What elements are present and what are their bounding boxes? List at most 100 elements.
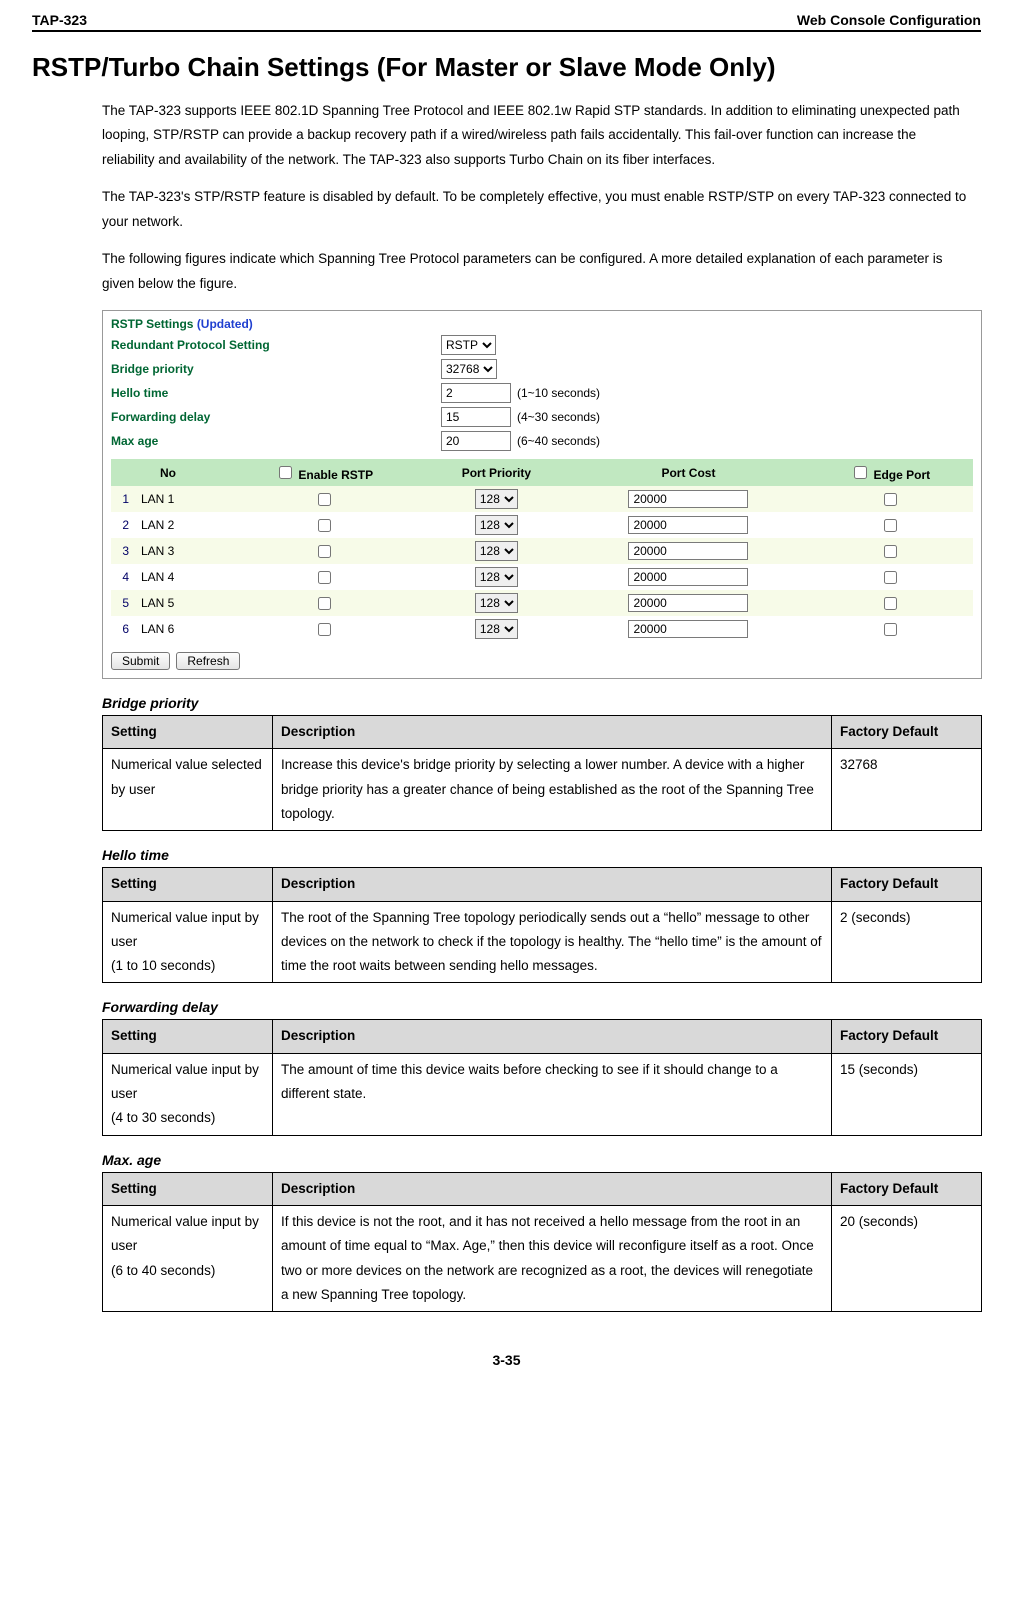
col-priority: Port Priority bbox=[423, 459, 569, 486]
page-number: 3-35 bbox=[32, 1352, 981, 1368]
rstp-title-text: RSTP Settings bbox=[111, 317, 193, 331]
rstp-settings-panel: RSTP Settings (Updated) Redundant Protoc… bbox=[102, 310, 982, 679]
edge-port-checkbox[interactable] bbox=[884, 597, 897, 610]
forwarding-delay-title: Forwarding delay bbox=[102, 999, 981, 1015]
port-table: No Enable RSTP Port Priority Port Cost E… bbox=[111, 459, 973, 642]
bridge-priority-select[interactable]: 32768 bbox=[441, 359, 497, 379]
forwarding-delay-input[interactable] bbox=[441, 407, 511, 427]
port-name: LAN 3 bbox=[135, 538, 225, 564]
enable-rstp-checkbox[interactable] bbox=[318, 545, 331, 558]
hello-desc: The root of the Spanning Tree topology p… bbox=[273, 901, 832, 983]
edge-port-all-checkbox[interactable] bbox=[854, 466, 867, 479]
port-priority-select[interactable]: 128 bbox=[475, 489, 518, 509]
redundant-protocol-label: Redundant Protocol Setting bbox=[111, 338, 441, 352]
header-right: Web Console Configuration bbox=[797, 12, 981, 28]
hello-setting: Numerical value input by user (1 to 10 s… bbox=[103, 901, 273, 983]
enable-rstp-checkbox[interactable] bbox=[318, 493, 331, 506]
header-left: TAP-323 bbox=[32, 12, 87, 28]
bridge-priority-title: Bridge priority bbox=[102, 695, 981, 711]
table-row: 2LAN 2 128 bbox=[111, 512, 973, 538]
max-age-label: Max age bbox=[111, 434, 441, 448]
port-cost-input[interactable] bbox=[628, 568, 748, 586]
intro-paragraph-2: The TAP-323's STP/RSTP feature is disabl… bbox=[102, 185, 971, 234]
col-edge: Edge Port bbox=[807, 459, 973, 486]
table-row: 4LAN 4 128 bbox=[111, 564, 973, 590]
edge-port-checkbox[interactable] bbox=[884, 519, 897, 532]
port-priority-select[interactable]: 128 bbox=[475, 567, 518, 587]
edge-port-checkbox[interactable] bbox=[884, 623, 897, 636]
port-name: LAN 6 bbox=[135, 616, 225, 642]
max-age-table: Setting Description Factory Default Nume… bbox=[102, 1172, 982, 1312]
edge-port-checkbox[interactable] bbox=[884, 493, 897, 506]
port-cost-input[interactable] bbox=[628, 542, 748, 560]
hello-time-hint: (1~10 seconds) bbox=[517, 386, 600, 400]
port-cost-input[interactable] bbox=[628, 516, 748, 534]
th-setting: Setting bbox=[103, 716, 273, 749]
port-no: 2 bbox=[111, 512, 135, 538]
edge-port-checkbox[interactable] bbox=[884, 571, 897, 584]
port-priority-select[interactable]: 128 bbox=[475, 593, 518, 613]
enable-rstp-checkbox[interactable] bbox=[318, 623, 331, 636]
maxage-desc: If this device is not the root, and it h… bbox=[273, 1205, 832, 1311]
table-row: 3LAN 3 128 bbox=[111, 538, 973, 564]
bridge-priority-table: Setting Description Factory Default Nume… bbox=[102, 715, 982, 831]
port-name: LAN 1 bbox=[135, 486, 225, 512]
max-age-hint: (6~40 seconds) bbox=[517, 434, 600, 448]
refresh-button[interactable]: Refresh bbox=[176, 652, 240, 670]
bridge-desc: Increase this device's bridge priority b… bbox=[273, 749, 832, 831]
table-row: 5LAN 5 128 bbox=[111, 590, 973, 616]
port-no: 3 bbox=[111, 538, 135, 564]
port-no: 4 bbox=[111, 564, 135, 590]
table-row: 6LAN 6 128 bbox=[111, 616, 973, 642]
bridge-setting: Numerical value selected by user bbox=[103, 749, 273, 831]
table-row: 1LAN 1 128 bbox=[111, 486, 973, 512]
fwd-default: 15 (seconds) bbox=[832, 1053, 982, 1135]
hello-time-table: Setting Description Factory Default Nume… bbox=[102, 867, 982, 983]
th-default: Factory Default bbox=[832, 716, 982, 749]
port-no: 1 bbox=[111, 486, 135, 512]
forwarding-delay-label: Forwarding delay bbox=[111, 410, 441, 424]
rstp-title-updated: (Updated) bbox=[197, 317, 253, 331]
port-name: LAN 5 bbox=[135, 590, 225, 616]
col-no: No bbox=[111, 459, 225, 486]
fwd-setting: Numerical value input by user (4 to 30 s… bbox=[103, 1053, 273, 1135]
hello-time-input[interactable] bbox=[441, 383, 511, 403]
hello-time-label: Hello time bbox=[111, 386, 441, 400]
edge-port-checkbox[interactable] bbox=[884, 545, 897, 558]
forwarding-delay-table: Setting Description Factory Default Nume… bbox=[102, 1019, 982, 1135]
enable-rstp-checkbox[interactable] bbox=[318, 571, 331, 584]
port-cost-input[interactable] bbox=[628, 490, 748, 508]
page-header: TAP-323 Web Console Configuration bbox=[32, 12, 981, 32]
col-cost: Port Cost bbox=[570, 459, 808, 486]
forwarding-delay-hint: (4~30 seconds) bbox=[517, 410, 600, 424]
col-enable: Enable RSTP bbox=[225, 459, 423, 486]
redundant-protocol-select[interactable]: RSTP bbox=[441, 335, 496, 355]
page-title: RSTP/Turbo Chain Settings (For Master or… bbox=[32, 52, 981, 83]
port-priority-select[interactable]: 128 bbox=[475, 515, 518, 535]
port-no: 6 bbox=[111, 616, 135, 642]
port-name: LAN 4 bbox=[135, 564, 225, 590]
port-cost-input[interactable] bbox=[628, 594, 748, 612]
maxage-setting: Numerical value input by user (6 to 40 s… bbox=[103, 1205, 273, 1311]
port-name: LAN 2 bbox=[135, 512, 225, 538]
th-description: Description bbox=[273, 716, 832, 749]
bridge-priority-label: Bridge priority bbox=[111, 362, 441, 376]
port-cost-input[interactable] bbox=[628, 620, 748, 638]
maxage-default: 20 (seconds) bbox=[832, 1205, 982, 1311]
intro-paragraph-3: The following figures indicate which Spa… bbox=[102, 247, 971, 296]
fwd-desc: The amount of time this device waits bef… bbox=[273, 1053, 832, 1135]
port-no: 5 bbox=[111, 590, 135, 616]
rstp-panel-title: RSTP Settings (Updated) bbox=[111, 317, 973, 331]
max-age-input[interactable] bbox=[441, 431, 511, 451]
port-priority-select[interactable]: 128 bbox=[475, 619, 518, 639]
port-priority-select[interactable]: 128 bbox=[475, 541, 518, 561]
hello-default: 2 (seconds) bbox=[832, 901, 982, 983]
enable-rstp-checkbox[interactable] bbox=[318, 597, 331, 610]
bridge-default: 32768 bbox=[832, 749, 982, 831]
hello-time-title: Hello time bbox=[102, 847, 981, 863]
enable-rstp-checkbox[interactable] bbox=[318, 519, 331, 532]
max-age-title: Max. age bbox=[102, 1152, 981, 1168]
submit-button[interactable]: Submit bbox=[111, 652, 170, 670]
enable-rstp-all-checkbox[interactable] bbox=[279, 466, 292, 479]
intro-paragraph-1: The TAP-323 supports IEEE 802.1D Spannin… bbox=[102, 99, 971, 172]
